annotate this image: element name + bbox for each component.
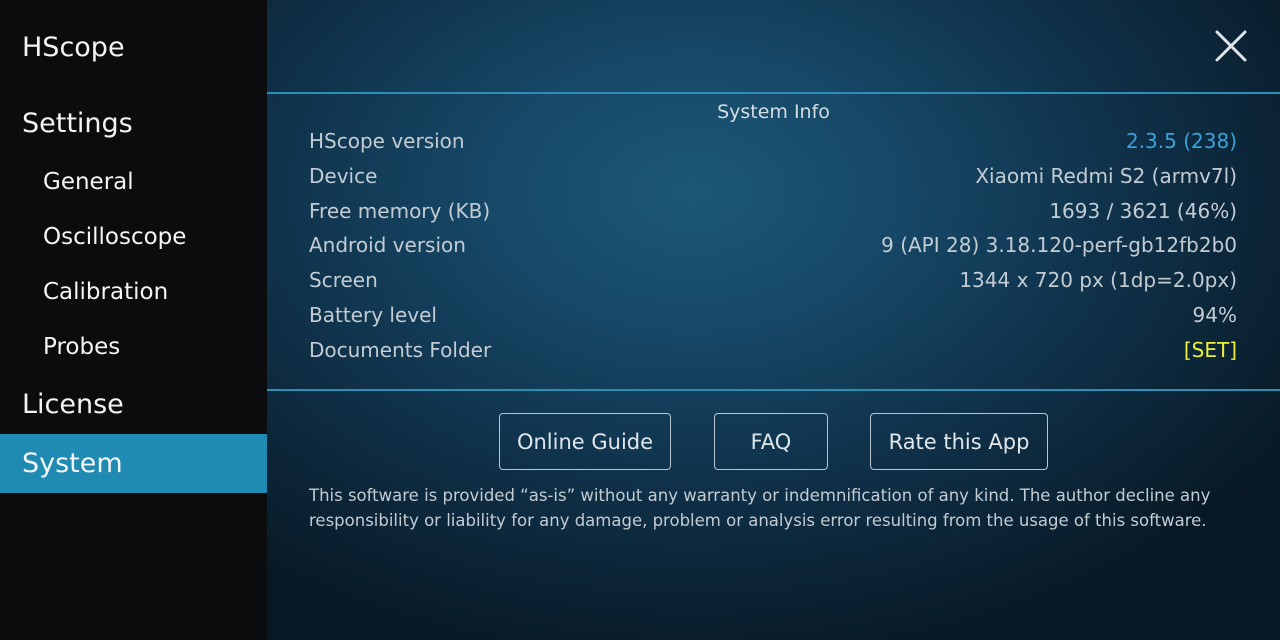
info-label: HScope version — [309, 129, 465, 153]
close-button[interactable] — [1211, 26, 1251, 66]
sidebar-item-general[interactable]: General — [43, 164, 263, 200]
app-title: HScope — [22, 31, 125, 63]
rate-app-button[interactable]: Rate this App — [870, 413, 1048, 470]
faq-button[interactable]: FAQ — [714, 413, 828, 470]
info-row-free-memory: Free memory (KB) 1693 / 3621 (46%) — [309, 196, 1237, 226]
info-value: 1693 / 3621 (46%) — [1049, 199, 1237, 223]
close-icon — [1215, 30, 1247, 62]
info-value: Xiaomi Redmi S2 (armv7l) — [975, 164, 1237, 188]
info-value-version: 2.3.5 (238) — [1125, 129, 1237, 153]
sidebar-section-settings: Settings — [22, 107, 133, 139]
info-value: 94% — [1192, 303, 1237, 327]
disclaimer-text: This software is provided “as-is” withou… — [309, 486, 1211, 530]
sidebar-item-license[interactable]: License — [22, 384, 262, 424]
info-value: 9 (API 28) 3.18.120-perf-gb12fb2b0 — [881, 233, 1237, 257]
info-row-device: Device Xiaomi Redmi S2 (armv7l) — [309, 161, 1237, 191]
info-row-android-version: Android version 9 (API 28) 3.18.120-perf… — [309, 230, 1237, 260]
info-label: Documents Folder — [309, 338, 492, 362]
info-label: Device — [309, 164, 378, 188]
info-label: Screen — [309, 268, 378, 292]
info-row-documents-folder: Documents Folder [SET] — [309, 335, 1237, 365]
main-panel: System Info HScope version 2.3.5 (238) D… — [267, 0, 1280, 640]
set-documents-folder-link[interactable]: [SET] — [1184, 338, 1237, 362]
divider-top — [267, 92, 1280, 94]
section-title: System Info — [717, 101, 830, 123]
sidebar-item-system[interactable]: System — [0, 434, 267, 493]
info-label: Android version — [309, 233, 466, 257]
info-row-battery-level: Battery level 94% — [309, 300, 1237, 330]
sidebar: HScope Settings General Oscilloscope Cal… — [0, 0, 267, 640]
info-label: Battery level — [309, 303, 437, 327]
info-value: 1344 x 720 px (1dp=2.0px) — [959, 268, 1237, 292]
info-row-hscope-version: HScope version 2.3.5 (238) — [309, 126, 1237, 156]
sidebar-item-probes[interactable]: Probes — [43, 329, 263, 365]
online-guide-button[interactable]: Online Guide — [499, 413, 671, 470]
sidebar-item-oscilloscope[interactable]: Oscilloscope — [43, 219, 263, 255]
sidebar-item-calibration[interactable]: Calibration — [43, 274, 263, 310]
info-label: Free memory (KB) — [309, 199, 491, 223]
divider-bottom — [267, 389, 1280, 391]
info-row-screen: Screen 1344 x 720 px (1dp=2.0px) — [309, 265, 1237, 295]
